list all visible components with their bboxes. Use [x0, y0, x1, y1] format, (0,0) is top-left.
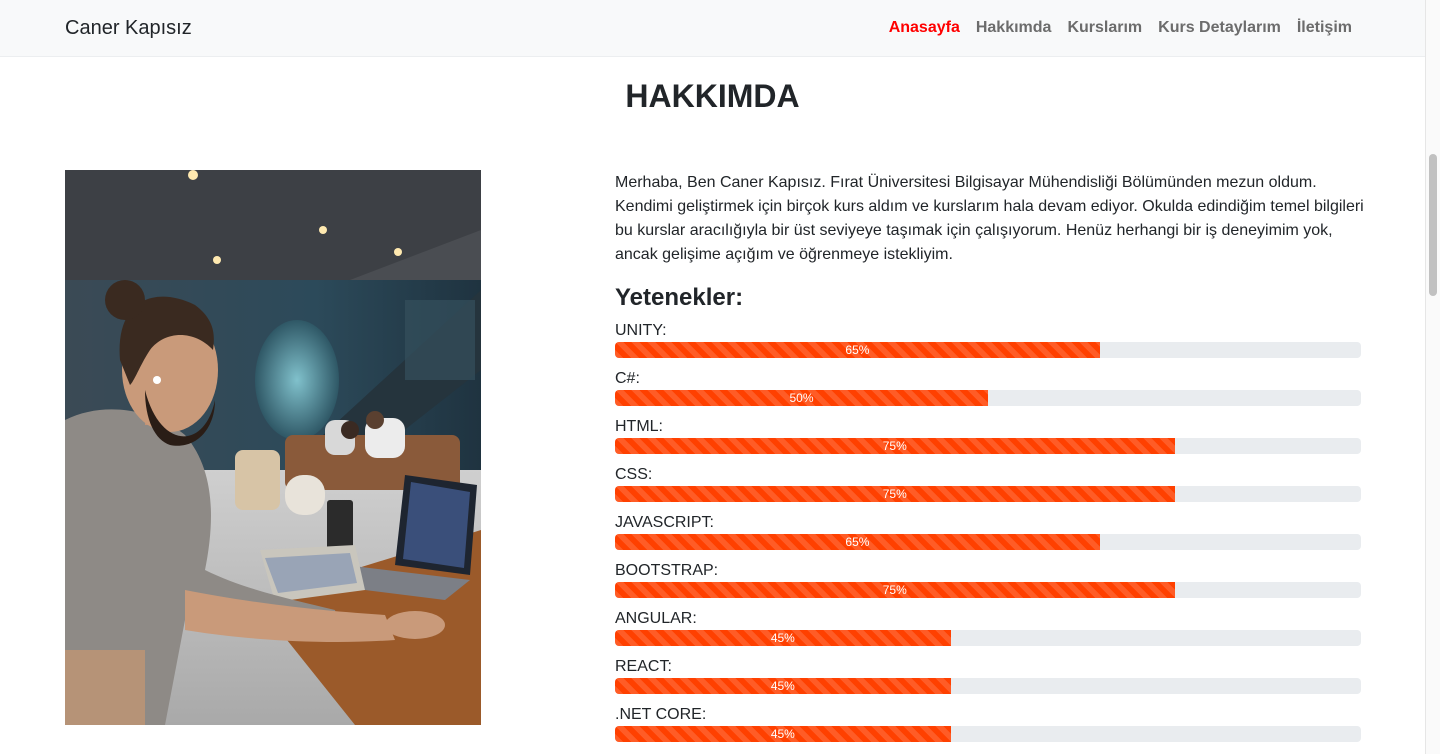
- progress-bar: 65%: [615, 342, 1100, 358]
- skill-label: C#:: [615, 370, 640, 387]
- progress-track: 50%: [615, 390, 1361, 406]
- progress-track: 75%: [615, 486, 1361, 502]
- skill-item-csharp: C#: 50%: [615, 369, 1361, 417]
- skills-list: UNITY: 65% C#: 50% HTML: 75% CSS: 75% JA…: [615, 321, 1361, 753]
- skill-label: JAVASCRIPT:: [615, 514, 714, 531]
- nav-link-kurs-detaylarim[interactable]: Kurs Detaylarım: [1158, 18, 1281, 38]
- progress-track: 45%: [615, 726, 1361, 742]
- navbar: Caner Kapısız Anasayfa Hakkımda Kursları…: [0, 0, 1425, 57]
- skills-title: Yetenekler:: [615, 284, 744, 311]
- skill-label: UNITY:: [615, 322, 667, 339]
- navbar-brand[interactable]: Caner Kapısız: [65, 16, 192, 40]
- page: Caner Kapısız Anasayfa Hakkımda Kursları…: [0, 0, 1440, 754]
- skill-item-bootstrap: BOOTSTRAP: 75%: [615, 561, 1361, 609]
- skill-label: .NET CORE:: [615, 706, 707, 723]
- skill-item-react: REACT: 45%: [615, 657, 1361, 705]
- progress-track: 65%: [615, 342, 1361, 358]
- skill-item-angular: ANGULAR: 45%: [615, 609, 1361, 657]
- skill-item-unity: UNITY: 65%: [615, 321, 1361, 369]
- skill-label: CSS:: [615, 466, 653, 483]
- nav-link-iletisim[interactable]: İletişim: [1297, 18, 1352, 38]
- profile-photo-illustration: [65, 170, 481, 725]
- progress-bar: 50%: [615, 390, 988, 406]
- progress-track: 45%: [615, 678, 1361, 694]
- skill-item-css: CSS: 75%: [615, 465, 1361, 513]
- about-text: Merhaba, Ben Caner Kapısız. Fırat Üniver…: [615, 174, 1364, 263]
- skill-label: REACT:: [615, 658, 672, 675]
- progress-bar: 45%: [615, 678, 951, 694]
- progress-bar: 75%: [615, 582, 1175, 598]
- skill-label: HTML:: [615, 418, 663, 435]
- skill-item-html: HTML: 75%: [615, 417, 1361, 465]
- progress-bar: 75%: [615, 486, 1175, 502]
- progress-bar: 45%: [615, 726, 951, 742]
- skill-item-javascript: JAVASCRIPT: 65%: [615, 513, 1361, 561]
- progress-track: 75%: [615, 438, 1361, 454]
- section-title: HAKKIMDA: [625, 78, 800, 114]
- skill-item-dotnet-core: .NET CORE: 45%: [615, 705, 1361, 753]
- progress-bar: 65%: [615, 534, 1100, 550]
- progress-track: 65%: [615, 534, 1361, 550]
- skill-label: ANGULAR:: [615, 610, 697, 627]
- nav-link-kurslarim[interactable]: Kurslarım: [1067, 18, 1142, 38]
- progress-track: 75%: [615, 582, 1361, 598]
- scrollbar-thumb[interactable]: [1429, 154, 1437, 296]
- progress-bar: 45%: [615, 630, 951, 646]
- nav-link-hakkimda[interactable]: Hakkımda: [976, 18, 1052, 38]
- nav-link-anasayfa[interactable]: Anasayfa: [889, 18, 960, 38]
- profile-photo: [65, 170, 481, 725]
- progress-bar: 75%: [615, 438, 1175, 454]
- skill-label: BOOTSTRAP:: [615, 562, 719, 579]
- page-scrollbar[interactable]: [1425, 0, 1440, 754]
- progress-track: 45%: [615, 630, 1361, 646]
- nav-menu: Anasayfa Hakkımda Kurslarım Kurs Detayla…: [889, 18, 1352, 38]
